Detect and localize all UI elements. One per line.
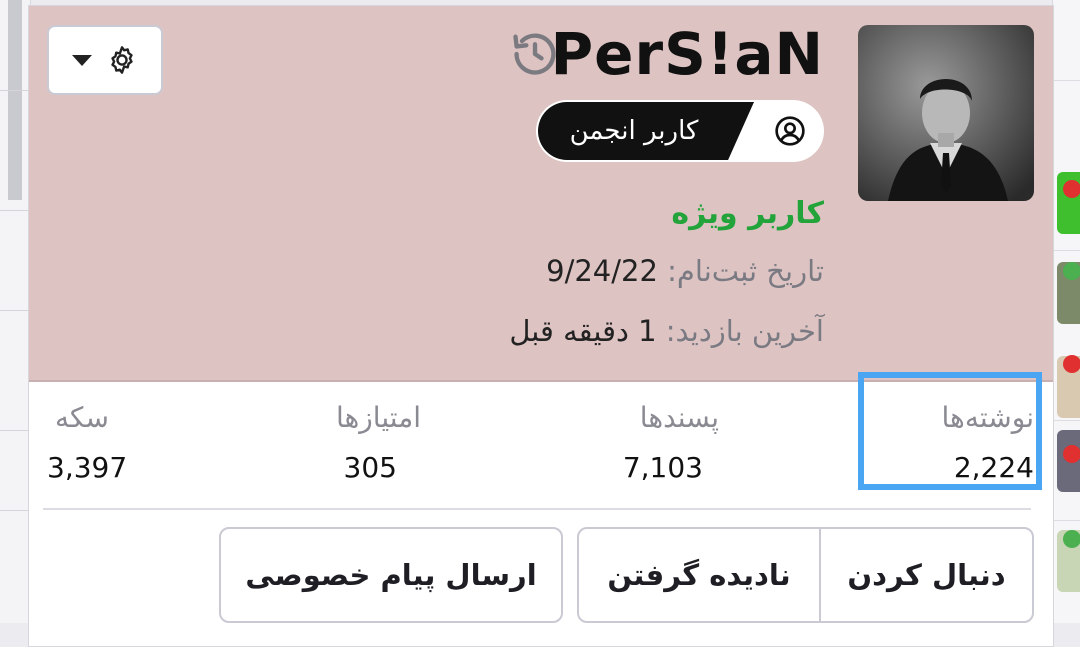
profile-header: PerS!aN کاربر انجمن کاربر ویژه تاریخ ثبت… bbox=[29, 6, 1053, 382]
stat-likes-label: پسندها bbox=[639, 401, 719, 434]
registered-row: تاریخ ثبت‌نام: 9/24/22 bbox=[546, 254, 824, 288]
role-badge: کاربر انجمن bbox=[536, 100, 824, 162]
role-badge-label: کاربر انجمن bbox=[569, 116, 699, 146]
settings-dropdown-button[interactable] bbox=[47, 25, 163, 95]
stat-likes[interactable]: پسندها 7,103 bbox=[519, 384, 719, 488]
user-title: کاربر ویژه bbox=[671, 196, 824, 231]
user-circle-icon bbox=[775, 116, 805, 146]
scroll-strip bbox=[8, 0, 22, 200]
last-seen-row: آخرین بازدید: 1 دقیقه قبل bbox=[509, 314, 824, 348]
send-private-message-button[interactable]: ارسال پیام خصوصی bbox=[219, 527, 563, 623]
stat-coins[interactable]: سکه 3,397 bbox=[47, 384, 247, 488]
registered-label: تاریخ ثبت‌نام: bbox=[667, 254, 824, 288]
username[interactable]: PerS!aN bbox=[551, 14, 824, 94]
registered-value: 9/24/22 bbox=[546, 254, 658, 288]
ignore-button[interactable]: نادیده گرفتن bbox=[577, 527, 821, 623]
last-seen-value: 1 دقیقه قبل bbox=[509, 314, 657, 348]
stat-coins-label: سکه bbox=[55, 401, 109, 434]
page-background-right bbox=[1052, 0, 1080, 623]
stat-points-label: امتیازها bbox=[335, 401, 421, 434]
stat-points-value: 305 bbox=[343, 451, 397, 484]
last-seen-label: آخرین بازدید: bbox=[665, 314, 824, 348]
stat-likes-value: 7,103 bbox=[622, 451, 703, 484]
stat-coins-value: 3,397 bbox=[47, 451, 128, 484]
stat-points[interactable]: امتیازها 305 bbox=[221, 384, 421, 488]
member-tooltip-card: PerS!aN کاربر انجمن کاربر ویژه تاریخ ثبت… bbox=[28, 5, 1054, 647]
role-badge-label-box: کاربر انجمن bbox=[538, 102, 754, 160]
follow-button[interactable]: دنبال کردن bbox=[819, 527, 1034, 623]
caret-down-icon bbox=[72, 54, 92, 66]
divider bbox=[43, 508, 1031, 510]
posts-highlight-box bbox=[858, 372, 1042, 490]
gear-icon bbox=[111, 46, 133, 74]
avatar[interactable] bbox=[858, 25, 1034, 201]
page-background-left bbox=[0, 0, 31, 623]
